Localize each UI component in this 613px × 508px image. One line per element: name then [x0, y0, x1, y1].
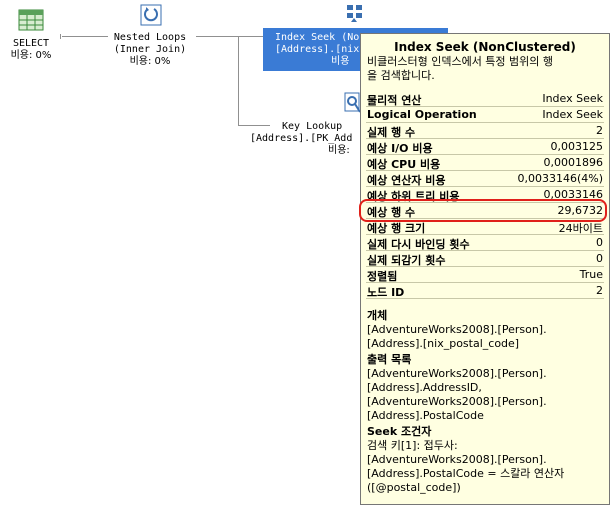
section-line: 검색 키[1]: 접두사:: [367, 439, 458, 452]
section-line: ([@postal_code]): [367, 481, 461, 494]
index-seek-icon[interactable]: [344, 3, 366, 29]
section-line: [AdventureWorks2008].[Person].: [367, 367, 547, 380]
property-label: 예상 CPU 비용: [367, 158, 441, 171]
section-line: [AdventureWorks2008].[Person].: [367, 323, 547, 336]
property-value: True: [579, 268, 603, 281]
section-line: [Address].[nix_postal_code]: [367, 337, 520, 350]
property-value: Index Seek: [542, 92, 603, 105]
select-node[interactable]: SELECT 비용: 0%: [0, 38, 62, 62]
property-row: 실제 다시 바인딩 횟수 0: [366, 235, 604, 251]
nested-loops-icon[interactable]: [140, 4, 162, 30]
property-row: 물리적 연산 Index Seek: [366, 91, 604, 107]
tooltip-properties: 물리적 연산 Index Seek Logical Operation Index …: [361, 91, 609, 299]
property-value: 0,003125: [550, 140, 604, 153]
connector-loops-down: [238, 37, 239, 125]
property-row: 예상 I/O 비용 0,003125: [366, 139, 604, 155]
connector-loops-seek: [196, 36, 263, 37]
key-lookup-label: Key Lookup: [282, 121, 343, 132]
property-value: 24바이트: [558, 222, 603, 235]
tooltip-title: Index Seek (NonClustered): [394, 40, 576, 54]
section-line: [Address].PostalCode = 스칼라 연산자: [367, 467, 565, 480]
property-row: 예상 CPU 비용 0,0001896: [366, 155, 604, 171]
property-row: 예상 연산자 비용 0,0033146(4%): [366, 171, 604, 187]
section-line: [AdventureWorks2008].[Person].: [367, 453, 547, 466]
tooltip-seek-section: Seek 조건자 검색 키[1]: 접두사: [AdventureWorks20…: [361, 425, 609, 495]
tooltip-description-line: 을 검색합니다.: [367, 69, 435, 82]
property-row: 실제 행 수 2: [366, 123, 604, 139]
property-value: 0: [596, 236, 603, 249]
section-heading: 출력 목록: [367, 353, 412, 366]
property-label: 예상 연산자 비용: [367, 174, 446, 187]
section-line: [Address].PostalCode: [367, 409, 484, 422]
nested-loops-node[interactable]: Nested Loops (Inner Join) 비용: 0%: [100, 32, 200, 68]
tooltip-description: 비클러스터형 인덱스에서 특정 범위의 행 을 검색합니다.: [361, 54, 609, 83]
tooltip-description-line: 비클러스터형 인덱스에서 특정 범위의 행: [367, 55, 554, 68]
select-cost: 비용: 0%: [10, 50, 52, 61]
property-row: 실제 되감기 횟수 0: [366, 251, 604, 267]
key-lookup-cost: 비용:: [328, 145, 350, 156]
property-value: 0,0033146(4%): [517, 172, 603, 185]
nested-loops-label: Nested Loops: [113, 32, 187, 43]
property-label: Logical Operation: [367, 108, 477, 121]
nested-loops-cost: 비용: 0%: [129, 56, 171, 67]
section-heading: 개체: [367, 309, 388, 322]
property-label: 실제 행 수: [367, 126, 416, 139]
section-heading: Seek 조건자: [367, 425, 432, 438]
section-line: [AdventureWorks2008].[Person].: [367, 395, 547, 408]
property-label: 노드 ID: [367, 286, 405, 299]
property-label: 정렬됨: [367, 270, 398, 283]
property-row: 정렬됨 True: [366, 267, 604, 283]
property-value: Index Seek: [542, 108, 603, 121]
property-label: 물리적 연산: [367, 94, 422, 107]
property-label: 실제 다시 바인딩 횟수: [367, 238, 470, 251]
property-value: 0,0001896: [543, 156, 604, 169]
property-value: 0: [596, 252, 603, 265]
estimated-rows-highlight: [359, 199, 607, 222]
select-label: SELECT: [12, 38, 50, 49]
key-lookup-subtitle: [Address].[PK_Add: [250, 133, 353, 144]
property-label: 예상 행 크기: [367, 222, 426, 235]
operator-tooltip: Index Seek (NonClustered) 비클러스터형 인덱스에서 특…: [360, 33, 610, 505]
property-value: 2: [596, 284, 603, 297]
property-label: 실제 되감기 횟수: [367, 254, 446, 267]
nested-loops-subtitle: (Inner Join): [113, 44, 187, 55]
property-row: 노드 ID 2: [366, 283, 604, 299]
key-lookup-node[interactable]: Key Lookup [Address].[PK_Add 비용:: [250, 121, 360, 157]
select-icon[interactable]: [18, 9, 44, 35]
section-line: [Address].AddressID,: [367, 381, 482, 394]
tooltip-object-section: 개체 [AdventureWorks2008].[Person]. [Addre…: [361, 309, 609, 351]
property-value: 2: [596, 124, 603, 137]
property-row: Logical Operation Index Seek: [366, 107, 604, 123]
tooltip-output-section: 출력 목록 [AdventureWorks2008].[Person]. [Ad…: [361, 353, 609, 423]
property-label: 예상 I/O 비용: [367, 142, 433, 155]
